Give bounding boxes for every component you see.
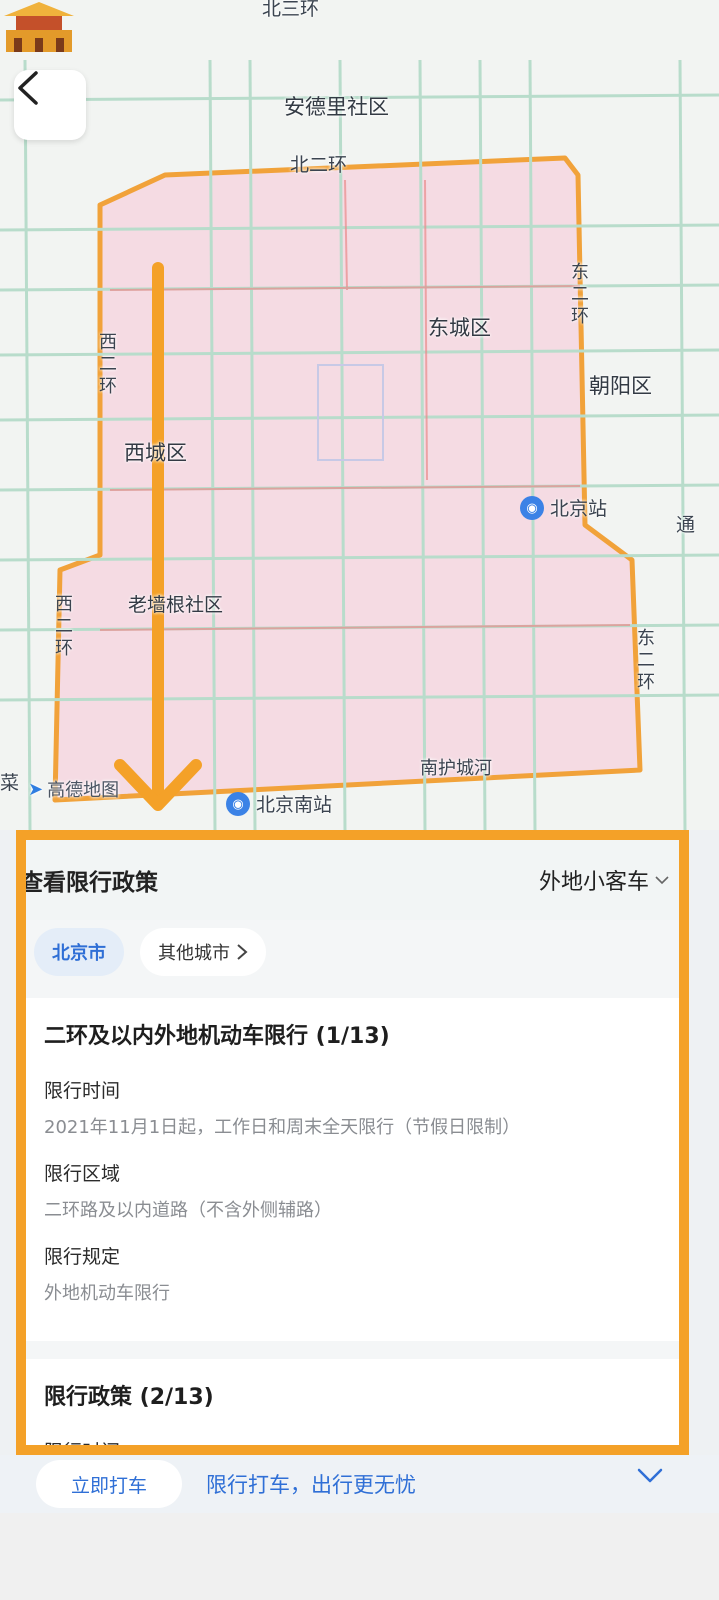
- other-cities-label: 其他城市: [158, 943, 230, 964]
- road-label-west-ring: 西二环: [96, 332, 117, 398]
- district-label-dongcheng: 东城区: [428, 316, 491, 340]
- map-canvas: [0, 59, 719, 830]
- policy-title: 二环及以内外地机动车限行 (1/13): [44, 1024, 390, 1049]
- chevron-right-icon: [237, 944, 248, 960]
- field-value-time: 2021年11月1日起，工作日和周末全天限行（节假日限制）: [44, 1117, 521, 1138]
- call-taxi-button[interactable]: 立即打车: [36, 1460, 182, 1508]
- road-label-south-moat: 南护城河: [420, 758, 492, 779]
- field-value-rule: 外地机动车限行: [44, 1283, 170, 1304]
- collapse-chevron-icon[interactable]: [637, 1467, 663, 1485]
- city-selector: 北京市 其他城市: [26, 920, 679, 998]
- field-label-time: 限行时间: [44, 1441, 121, 1455]
- station-label-beijing: 北京站: [550, 498, 608, 520]
- taxi-promo-bar: 立即打车 限行打车，出行更无忧: [0, 1455, 719, 1513]
- road-label-east-ring: 东二环: [568, 262, 589, 328]
- policy-title: 限行政策 (2/13): [44, 1385, 214, 1410]
- map-watermark-text: 高德地图: [47, 780, 120, 801]
- policy-card: 二环及以内外地机动车限行 (1/13) 限行时间 2021年11月1日起，工作日…: [26, 998, 679, 1341]
- amap-logo-icon: ➤: [28, 778, 44, 800]
- restriction-policy-panel: 查看限行政策 外地小客车 北京市 其他城市 二环及以内外地机动车限行 (1/13…: [16, 830, 689, 1455]
- road-label-east-ring-south: 东二环: [634, 628, 655, 694]
- chevron-down-icon: [655, 876, 669, 885]
- map-view[interactable]: 北三环 北二环 东二环 西二环 西二环 东二环 南护城河 安德里社区 东城区 朝…: [0, 0, 719, 830]
- district-label-xicheng: 西城区: [124, 441, 187, 465]
- district-label-chaoyang: 朝阳区: [589, 374, 652, 398]
- back-button[interactable]: [14, 70, 86, 140]
- chevron-left-icon: [18, 71, 38, 105]
- other-cities-button[interactable]: 其他城市: [140, 928, 266, 976]
- road-label-west-ring-south: 西二环: [52, 594, 73, 660]
- train-station-icon: ◉: [520, 496, 544, 520]
- policy-card: 限行政策 (2/13) 限行时间: [26, 1359, 679, 1455]
- vehicle-type-select[interactable]: 外地小客车: [539, 864, 669, 896]
- tiananmen-icon: [4, 2, 74, 52]
- field-value-area: 二环路及以内道路（不含外侧辅路）: [44, 1200, 332, 1221]
- field-label-area: 限行区域: [44, 1163, 121, 1185]
- city-tab-beijing[interactable]: 北京市: [34, 928, 124, 976]
- station-label-beijing-south: 北京南站: [256, 794, 333, 816]
- road-label-north-third-ring: 北三环: [262, 0, 320, 20]
- vehicle-type-label: 外地小客车: [538, 870, 649, 895]
- field-label-time: 限行时间: [44, 1080, 121, 1102]
- map-watermark: ➤ 高德地图: [28, 776, 119, 802]
- panel-header: 查看限行政策 外地小客车: [26, 840, 679, 920]
- map-edge-label: 菜: [0, 772, 20, 794]
- road-label-north-ring: 北二环: [290, 154, 348, 176]
- district-label-tong: 通: [676, 514, 696, 536]
- field-label-rule: 限行规定: [44, 1246, 121, 1268]
- train-station-south-icon: ◉: [226, 792, 250, 816]
- district-label-andeli: 安德里社区: [284, 95, 389, 119]
- district-label-laoqiang: 老墙根社区: [128, 594, 224, 616]
- panel-title: 查看限行政策: [20, 870, 158, 896]
- taxi-slogan: 限行打车，出行更无忧: [206, 1473, 416, 1497]
- footer-area: [0, 1513, 719, 1600]
